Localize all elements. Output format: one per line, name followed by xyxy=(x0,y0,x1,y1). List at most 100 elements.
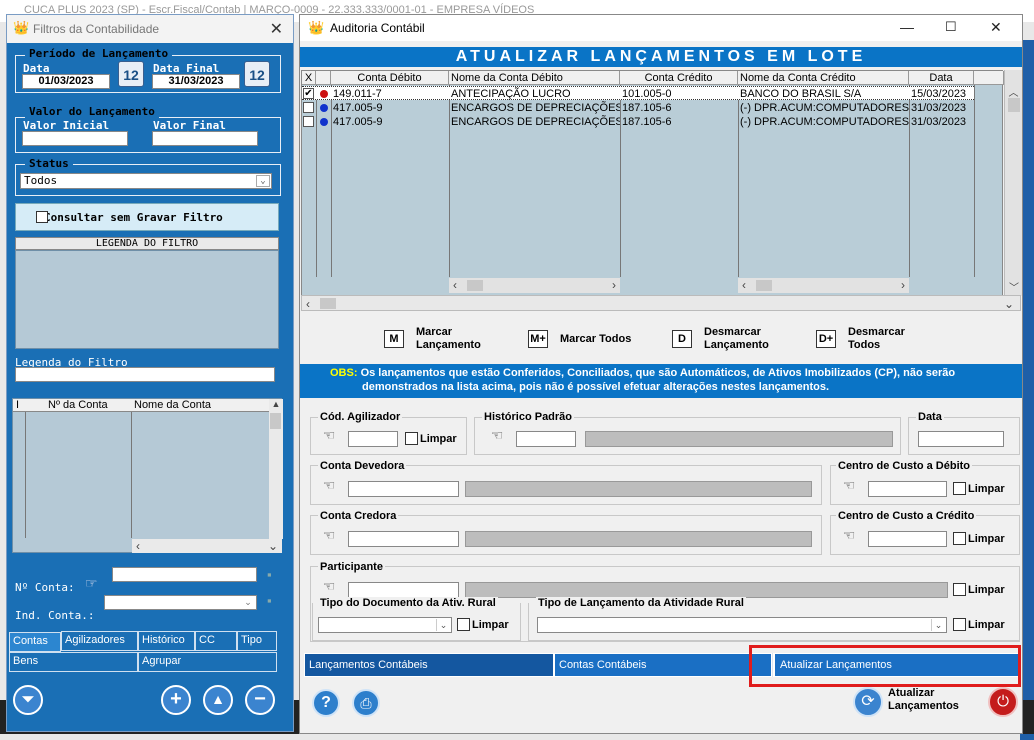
calendar-icon[interactable]: 12 xyxy=(118,61,144,87)
valor-final-input[interactable] xyxy=(152,131,258,146)
cc-credito-input[interactable] xyxy=(868,531,947,547)
grid-horizontal-scrollbar[interactable]: ‹ ⌄ xyxy=(301,295,1021,311)
valor-inicial-input[interactable] xyxy=(22,131,128,146)
hand-pointer-icon[interactable]: ☜ xyxy=(318,527,340,545)
col-status[interactable] xyxy=(316,71,331,85)
hand-pointer-icon[interactable]: ☜ xyxy=(838,527,860,545)
limpar-checkbox[interactable] xyxy=(953,482,966,495)
tab-agilizadores[interactable]: Agilizadores xyxy=(61,631,138,651)
chevron-down-icon[interactable]: ﹀ xyxy=(1009,279,1019,294)
close-icon[interactable]: ✕ xyxy=(990,19,1002,36)
search-hand-icon[interactable]: ☞ xyxy=(85,575,98,592)
tab-agrupar[interactable]: Agrupar xyxy=(138,652,277,672)
lookup-icon[interactable]: ▪ xyxy=(267,593,272,608)
status-select[interactable]: Todos ⌄ xyxy=(20,173,272,189)
limpar-checkbox[interactable] xyxy=(405,432,418,445)
vertical-scrollbar[interactable]: ︿ ﹀ xyxy=(1004,70,1022,296)
consultar-check-box[interactable] xyxy=(36,211,48,223)
horizontal-scrollbar[interactable]: ‹ ⌄ xyxy=(132,539,282,553)
tab-cc[interactable]: CC xyxy=(195,631,237,651)
tab-contas[interactable]: Contas xyxy=(9,632,61,652)
table-row[interactable]: 417.005-9 ENCARGOS DE DEPRECIAÇÕES.... 1… xyxy=(302,115,974,129)
tab-contas-contabeis[interactable]: Contas Contábeis xyxy=(554,653,772,677)
nconta-input[interactable] xyxy=(112,567,257,582)
scroll-thumb[interactable] xyxy=(270,413,281,429)
limpar-checkbox[interactable] xyxy=(457,618,470,631)
limpar-checkbox[interactable] xyxy=(953,532,966,545)
hand-pointer-icon[interactable]: ☜ xyxy=(318,578,340,596)
participante-input[interactable] xyxy=(348,582,459,598)
col-x[interactable]: X xyxy=(302,71,316,85)
tab-bens[interactable]: Bens xyxy=(9,652,138,672)
refresh-icon[interactable]: ⟳ xyxy=(853,687,883,717)
hand-pointer-icon[interactable]: ☜ xyxy=(486,427,508,445)
marcar-todos-button[interactable]: M+ Marcar Todos xyxy=(528,326,648,354)
maximize-icon[interactable]: ☐ xyxy=(945,19,957,35)
cc-debito-input[interactable] xyxy=(868,481,947,497)
chevron-down-icon[interactable]: ⌄ xyxy=(256,175,270,187)
scroll-thumb[interactable] xyxy=(1008,98,1020,112)
contas-list[interactable]: I Nº da Conta Nome da Conta ▲ ‹ ⌄ xyxy=(12,398,283,553)
chevron-down-icon[interactable]: ⌄ xyxy=(436,619,450,631)
horizontal-scrollbar[interactable]: ‹ › xyxy=(738,278,909,293)
chevron-down-icon[interactable]: ⌄ xyxy=(931,619,945,631)
col-data[interactable]: Data xyxy=(909,71,974,85)
table-row[interactable]: ✔ 149.011-7 ANTECIPAÇÃO LUCRO 101.005-0 … xyxy=(302,86,974,100)
hand-pointer-icon[interactable]: ☜ xyxy=(318,477,340,495)
hand-pointer-icon[interactable]: ☜ xyxy=(318,427,340,445)
legenda-input[interactable] xyxy=(15,367,275,382)
col-nome-conta-debito[interactable]: Nome da Conta Débito xyxy=(449,71,620,85)
col-conta-credito[interactable]: Conta Crédito xyxy=(620,71,738,85)
print-icon[interactable]: ⎙ xyxy=(352,689,380,717)
tab-historico[interactable]: Histórico xyxy=(138,631,195,651)
add-icon[interactable]: + xyxy=(161,685,191,715)
power-icon[interactable]: ⏻ xyxy=(988,687,1018,717)
chevron-left-icon[interactable]: ‹ xyxy=(453,278,457,292)
conta-devedora-input[interactable] xyxy=(348,481,459,497)
chevron-right-icon[interactable]: › xyxy=(612,278,616,292)
chevron-down-icon[interactable]: ⌄ xyxy=(241,596,255,609)
chevron-down-icon[interactable]: ⌄ xyxy=(1004,297,1014,311)
row-checkbox[interactable] xyxy=(303,102,314,113)
data-field-input[interactable] xyxy=(918,431,1004,447)
tipo-lanc-select[interactable]: ⌄ xyxy=(537,617,947,633)
tab-lancamentos-contabeis[interactable]: Lançamentos Contábeis xyxy=(304,653,554,677)
tipo-doc-select[interactable]: ⌄ xyxy=(318,617,452,633)
desmarcar-todos-button[interactable]: D+ Desmarcar Todos xyxy=(816,326,926,354)
chevron-left-icon[interactable]: ‹ xyxy=(136,539,140,553)
limpar-checkbox[interactable] xyxy=(953,618,966,631)
row-checkbox[interactable] xyxy=(303,116,314,127)
remove-icon[interactable]: − xyxy=(245,685,275,715)
conta-credora-input[interactable] xyxy=(348,531,459,547)
col-conta-debito[interactable]: Conta Débito xyxy=(331,71,449,85)
lookup-icon[interactable]: ▪ xyxy=(267,567,272,582)
lancamentos-grid[interactable]: X Conta Débito Nome da Conta Débito Cont… xyxy=(301,70,1022,296)
table-row[interactable]: 417.005-9 ENCARGOS DE DEPRECIAÇÕES.... 1… xyxy=(302,101,974,115)
cod-agilizador-input[interactable] xyxy=(348,431,398,447)
marcar-lancamento-button[interactable]: M Marcar Lançamento xyxy=(384,326,494,354)
minimize-icon[interactable]: — xyxy=(900,19,914,35)
indconta-select[interactable]: ⌄ xyxy=(104,595,257,610)
horizontal-scrollbar[interactable]: ‹ › xyxy=(449,278,620,293)
tab-tipo[interactable]: Tipo xyxy=(237,631,277,651)
consultar-checkbox[interactable]: Consultar sem Gravar Filtro xyxy=(15,203,279,231)
chevron-down-icon[interactable]: ⌄ xyxy=(268,539,278,553)
chevron-right-icon[interactable]: › xyxy=(901,278,905,292)
chevron-left-icon[interactable]: ‹ xyxy=(742,278,746,292)
close-icon[interactable]: ✕ xyxy=(270,19,283,39)
desmarcar-lancamento-button[interactable]: D Desmarcar Lançamento xyxy=(672,326,782,354)
hand-pointer-icon[interactable]: ☜ xyxy=(838,477,860,495)
limpar-checkbox[interactable] xyxy=(953,583,966,596)
historico-padrao-input[interactable] xyxy=(516,431,576,447)
filter-icon[interactable]: ⏷ xyxy=(13,685,43,715)
col-nome-conta-credito[interactable]: Nome da Conta Crédito xyxy=(738,71,909,85)
calendar-icon[interactable]: 12 xyxy=(244,61,270,87)
help-icon[interactable]: ? xyxy=(312,689,340,717)
data-inicial-input[interactable]: 01/03/2023 xyxy=(22,74,110,89)
chevron-left-icon[interactable]: ‹ xyxy=(306,297,310,311)
vertical-scrollbar[interactable]: ▲ xyxy=(269,399,283,539)
data-final-input[interactable]: 31/03/2023 xyxy=(152,74,240,89)
atualizar-lancamentos-button[interactable]: Atualizar Lançamentos xyxy=(888,687,978,717)
up-arrow-icon[interactable]: ▲ xyxy=(203,685,233,715)
row-checkbox[interactable]: ✔ xyxy=(303,88,314,99)
